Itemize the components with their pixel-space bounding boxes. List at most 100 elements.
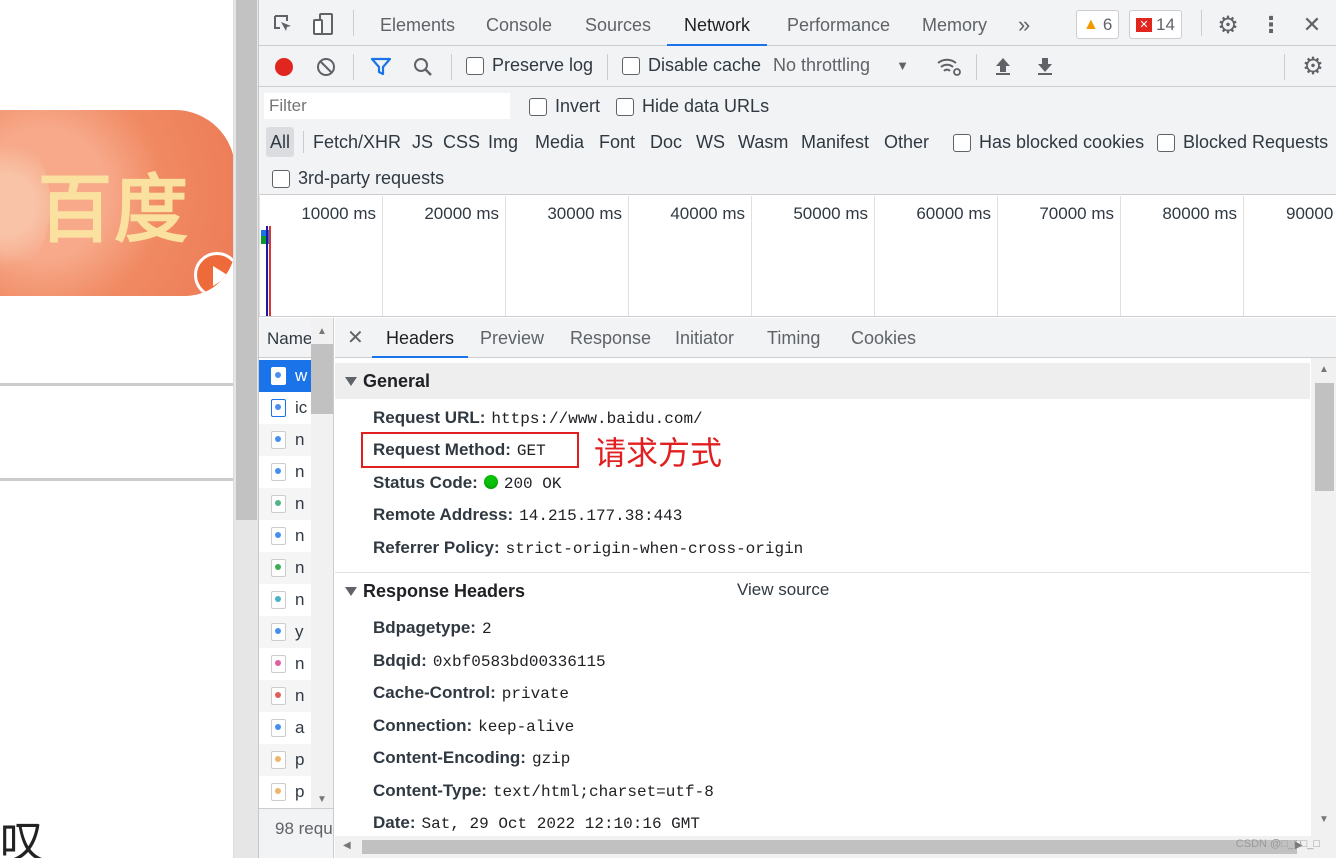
checkbox-box[interactable] (953, 133, 971, 152)
device-toolbar-icon[interactable] (311, 12, 335, 36)
request-row[interactable]: n (259, 552, 311, 584)
filter-type-img[interactable]: Img (484, 127, 522, 157)
filter-type-media[interactable]: Media (531, 127, 588, 157)
disable-cache-checkbox[interactable]: Disable cache (622, 55, 761, 76)
filter-type-manifest[interactable]: Manifest (797, 127, 873, 157)
hide-data-urls-checkbox[interactable]: Hide data URLs (616, 96, 769, 117)
errors-badge[interactable]: ✕ 14 (1129, 10, 1182, 39)
tab-memory[interactable]: Memory (922, 0, 987, 46)
close-detail-icon[interactable]: ✕ (347, 318, 364, 358)
tab-headers[interactable]: Headers (372, 318, 469, 358)
more-options-icon[interactable]: ⋮ (1259, 12, 1283, 38)
tab-response[interactable]: Response (570, 318, 651, 358)
request-name: ic (295, 398, 308, 417)
network-conditions-icon[interactable] (935, 54, 963, 78)
tab-initiator[interactable]: Initiator (675, 318, 734, 358)
scroll-left-arrow-icon[interactable]: ◀ (343, 840, 351, 851)
request-row[interactable]: n (259, 456, 311, 488)
checkbox-box[interactable] (529, 97, 547, 116)
request-list-scrollbar-thumb[interactable] (311, 344, 333, 414)
request-row[interactable]: y (259, 616, 311, 648)
tab-preview[interactable]: Preview (480, 318, 544, 358)
close-devtools-icon[interactable]: ✕ (1299, 12, 1325, 38)
page-scrollbar-thumb[interactable] (236, 0, 257, 520)
blocked-requests-checkbox[interactable]: Blocked Requests (1157, 132, 1328, 153)
detail-vertical-scrollbar[interactable]: ▲ ▼ (1311, 358, 1336, 836)
request-row[interactable]: p (259, 744, 311, 776)
more-tabs-chevron-icon[interactable]: » (1018, 0, 1030, 46)
request-row[interactable]: n (259, 584, 311, 616)
has-blocked-cookies-checkbox[interactable]: Has blocked cookies (953, 132, 1144, 153)
filter-type-js[interactable]: JS (408, 127, 437, 157)
filter-type-wasm[interactable]: Wasm (734, 127, 792, 157)
clear-icon[interactable] (315, 56, 337, 78)
name-column-header[interactable]: Name (259, 318, 311, 358)
checkbox-box[interactable] (1157, 133, 1175, 152)
header-name: Content-Encoding: (373, 748, 526, 767)
invert-checkbox[interactable]: Invert (529, 96, 600, 117)
settings-gear-icon[interactable]: ⚙ (1215, 12, 1241, 39)
general-section-header[interactable]: General (335, 363, 1310, 399)
request-row[interactable]: n (259, 680, 311, 712)
page-scrollbar[interactable] (233, 0, 258, 858)
tab-timing[interactable]: Timing (767, 318, 820, 358)
tab-network[interactable]: Network (667, 0, 768, 46)
warnings-badge[interactable]: ▲ 6 (1076, 10, 1120, 39)
header-value: 2 (481, 620, 492, 638)
detail-vertical-scrollbar-thumb[interactable] (1315, 383, 1334, 491)
network-settings-gear-icon[interactable]: ⚙ (1299, 52, 1327, 80)
inspect-element-icon[interactable] (271, 12, 295, 36)
detail-horizontal-scrollbar[interactable]: ◀ ▶ (335, 836, 1336, 858)
checkbox-box[interactable] (622, 56, 640, 75)
scroll-down-arrow-icon[interactable]: ▼ (317, 794, 327, 805)
filter-input[interactable] (264, 93, 510, 119)
response-header-row: Bdqid: 0xbf0583bd00336115 (373, 647, 606, 675)
request-list-scrollbar[interactable]: ▲ ▼ (311, 318, 333, 808)
search-icon[interactable] (412, 56, 434, 78)
scroll-down-arrow-icon[interactable]: ▼ (1319, 814, 1329, 825)
preserve-log-checkbox[interactable]: Preserve log (466, 55, 593, 76)
request-name: n (295, 686, 305, 705)
play-icon[interactable] (194, 252, 233, 296)
throttling-select[interactable]: No throttling ▼ (773, 55, 909, 76)
scroll-up-arrow-icon[interactable]: ▲ (1319, 364, 1329, 375)
request-row[interactable]: p (259, 776, 311, 808)
tab-cookies[interactable]: Cookies (851, 318, 916, 358)
request-row[interactable]: w (259, 360, 311, 392)
import-har-icon[interactable] (992, 55, 1014, 77)
baidu-logo[interactable]: 百度 (0, 110, 233, 296)
tab-sources[interactable]: Sources (585, 0, 651, 46)
detail-horizontal-scrollbar-thumb[interactable] (362, 840, 1297, 854)
tab-performance[interactable]: Performance (787, 0, 890, 46)
request-row[interactable]: n (259, 488, 311, 520)
request-row[interactable]: n (259, 520, 311, 552)
filter-type-ws[interactable]: WS (692, 127, 729, 157)
timeline-overview[interactable]: 10000 ms 20000 ms 30000 ms 40000 ms 5000… (259, 196, 1336, 317)
filter-type-all[interactable]: All (266, 127, 295, 157)
filter-type-other[interactable]: Other (880, 127, 933, 157)
request-name: n (295, 590, 305, 609)
scroll-up-arrow-icon[interactable]: ▲ (317, 326, 327, 337)
request-row[interactable]: a (259, 712, 311, 744)
request-row[interactable]: n (259, 648, 311, 680)
export-har-icon[interactable] (1034, 55, 1056, 77)
view-source-link[interactable]: View source (737, 580, 829, 600)
record-icon[interactable] (273, 56, 295, 78)
timeline-tick: 80000 ms (1120, 196, 1243, 316)
request-name: p (295, 782, 305, 801)
tab-elements[interactable]: Elements (380, 0, 455, 46)
web-page-area: 百度 叹 (0, 0, 233, 858)
request-name: n (295, 430, 305, 449)
filter-type-fetch-xhr[interactable]: Fetch/XHR (309, 127, 405, 157)
request-row[interactable]: ic (259, 392, 311, 424)
tab-console[interactable]: Console (486, 0, 552, 46)
filter-type-font[interactable]: Font (595, 127, 639, 157)
third-party-requests-checkbox[interactable]: 3rd-party requests (272, 168, 444, 189)
checkbox-box[interactable] (466, 56, 484, 75)
filter-icon[interactable] (369, 56, 393, 78)
filter-type-doc[interactable]: Doc (646, 127, 686, 157)
request-row[interactable]: n (259, 424, 311, 456)
checkbox-box[interactable] (616, 97, 634, 116)
filter-type-css[interactable]: CSS (439, 127, 484, 157)
checkbox-box[interactable] (272, 169, 290, 188)
